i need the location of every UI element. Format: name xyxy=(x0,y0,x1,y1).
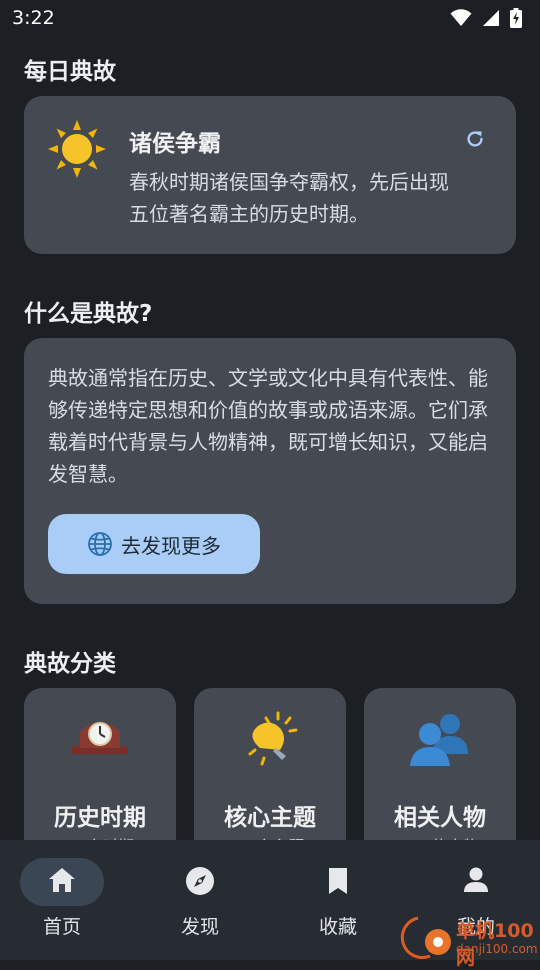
nav-item-home[interactable]: 首页 xyxy=(0,840,135,960)
category-card-historical-period[interactable]: 历史时期 26个时期 xyxy=(24,688,176,858)
nav-label: 首页 xyxy=(42,916,81,938)
person-icon xyxy=(414,866,538,894)
daily-allusion-card[interactable]: 诸侯争霸 春秋时期诸侯国争夺霸权，先后出现五位著名霸主的历史时期。 xyxy=(24,96,516,254)
lightbulb-icon xyxy=(194,710,346,770)
category-label: 核心主题 xyxy=(224,805,316,831)
people-icon xyxy=(364,710,516,770)
discover-more-button[interactable]: 去发现更多 xyxy=(48,514,260,574)
daily-title: 诸侯争霸 xyxy=(129,131,221,157)
what-is-section-title: 什么是典故? xyxy=(24,301,153,327)
bookmark-icon xyxy=(276,866,400,896)
status-time: 3:22 xyxy=(12,7,55,29)
watermark-logo: 单机100网 danji100.com xyxy=(388,914,540,969)
categories-section-title: 典故分类 xyxy=(24,651,116,677)
refresh-icon xyxy=(467,131,483,147)
watermark-url: danji100.com xyxy=(456,942,538,956)
nav-label: 发现 xyxy=(180,916,219,938)
status-icons xyxy=(450,8,522,28)
category-label: 相关人物 xyxy=(394,805,486,831)
watermark-emblem-icon xyxy=(400,916,451,960)
category-card-related-people[interactable]: 相关人物 526位人物 xyxy=(364,688,516,858)
globe-icon xyxy=(88,532,112,556)
daily-description: 春秋时期诸侯国争夺霸权，先后出现五位著名霸主的历史时期。 xyxy=(129,170,449,226)
sun-icon xyxy=(48,120,106,182)
daily-section-title: 每日典故 xyxy=(24,59,116,85)
status-bar: 3:22 xyxy=(0,0,540,36)
what-is-card: 典故通常指在历史、文学或文化中具有代表性、能够传递特定思想和价值的故事或成语来源… xyxy=(24,338,516,604)
wifi-icon xyxy=(450,9,472,26)
refresh-button[interactable] xyxy=(462,126,488,152)
compass-icon xyxy=(138,866,262,896)
signal-icon xyxy=(483,10,499,26)
discover-more-label: 去发现更多 xyxy=(121,533,221,558)
home-icon xyxy=(0,866,124,894)
nav-item-discover[interactable]: 发现 xyxy=(138,840,273,960)
category-label: 历史时期 xyxy=(54,805,146,831)
nav-label: 收藏 xyxy=(318,916,357,938)
mantel-clock-icon xyxy=(24,710,176,758)
category-card-core-theme[interactable]: 核心主题 16个主题 xyxy=(194,688,346,858)
battery-charging-icon xyxy=(510,8,522,28)
what-is-text: 典故通常指在历史、文学或文化中具有代表性、能够传递特定思想和价值的故事或成语来源… xyxy=(48,366,488,486)
